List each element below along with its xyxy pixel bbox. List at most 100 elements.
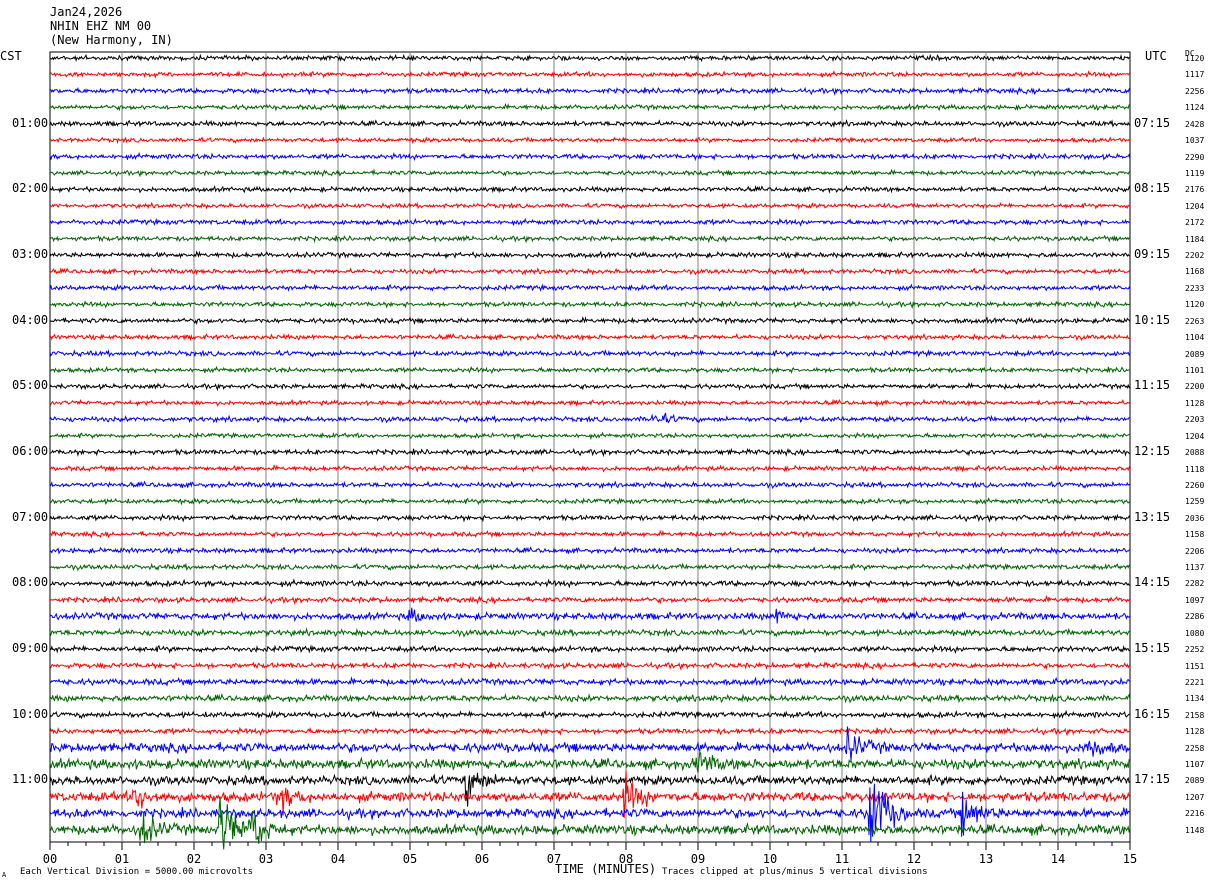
dc-offset-value: 2202 (1185, 251, 1205, 261)
dc-offset-value: 2233 (1185, 283, 1205, 293)
dc-offset-value: 2428 (1185, 119, 1205, 129)
dc-offset-value: 2290 (1185, 152, 1205, 162)
x-tick-label: 12 (907, 852, 921, 866)
x-tick-label: 00 (43, 852, 57, 866)
dc-offset-value: 2176 (1185, 185, 1205, 195)
seismic-trace (50, 447, 1131, 458)
right-time-label: 09:15 (1134, 247, 1171, 262)
seismic-trace (49, 151, 1131, 162)
seismic-trace (49, 594, 1131, 606)
right-time-label: 12:15 (1134, 444, 1171, 459)
dc-offset-value: 1118 (1185, 464, 1205, 474)
seismic-trace (49, 480, 1131, 490)
left-time-label: 08:00 (12, 575, 49, 590)
x-tick-label: 05 (403, 852, 417, 866)
dc-offset-value: 1158 (1185, 530, 1205, 540)
seismic-trace (49, 750, 1131, 773)
dc-offset-value: 2286 (1185, 612, 1205, 622)
helicorder-plot: 00 01 02 03 04 05 06 07 08 09 10 11 12 13 14 15 (43, 51, 1137, 866)
right-time-label: 15:15 (1134, 641, 1171, 656)
dc-offset-value: 1119 (1185, 168, 1205, 178)
seismic-trace (49, 70, 1131, 79)
dc-offset-value: 2260 (1185, 480, 1205, 490)
x-tick-label: 15 (1123, 852, 1137, 866)
dc-offset-value: 1134 (1185, 694, 1205, 704)
x-tick-label: 13 (979, 852, 993, 866)
x-tick-label: 03 (259, 852, 273, 866)
x-tick-label: 02 (187, 852, 201, 866)
right-time-label: 14:15 (1134, 575, 1171, 590)
right-time-label: 11:15 (1134, 378, 1171, 393)
seismic-trace (49, 168, 1131, 178)
dc-offset-value: 2200 (1185, 382, 1205, 392)
dc-offset-value: 1204 (1185, 431, 1205, 441)
seismic-trace (49, 783, 1131, 843)
dc-offset-value: 1207 (1185, 792, 1205, 802)
dc-offset-value: 2172 (1185, 218, 1205, 228)
right-time-label: 08:15 (1134, 181, 1171, 196)
dc-offset-value: 2256 (1185, 86, 1205, 96)
x-tick-label: 01 (115, 852, 129, 866)
dc-offset-value: 1117 (1185, 70, 1205, 80)
dc-offset-value: 2216 (1185, 809, 1205, 819)
dc-offset-value: 1128 (1185, 727, 1205, 737)
dc-offset-value: 2221 (1185, 677, 1205, 687)
dc-offset-value: 1097 (1185, 595, 1205, 605)
seismic-trace (49, 464, 1131, 473)
dc-offset-value: 1204 (1185, 201, 1205, 211)
seismic-trace (49, 412, 1131, 424)
dc-offset-value: 2206 (1185, 546, 1205, 556)
dc-offset-value: 1148 (1185, 825, 1205, 835)
left-time-label: 03:00 (12, 247, 49, 262)
dc-offset-value: 2282 (1185, 579, 1205, 589)
dc-offset-value: 1037 (1185, 136, 1205, 146)
dc-offset-value: 1101 (1185, 365, 1205, 375)
dc-offset-value: 1259 (1185, 497, 1205, 507)
seismic-trace (49, 676, 1131, 688)
dc-offset-value: 1124 (1185, 103, 1205, 113)
seismic-trace (49, 529, 1131, 539)
x-tick-label: 09 (691, 852, 705, 866)
seismic-trace (49, 201, 1131, 210)
seismic-trace (49, 545, 1131, 555)
x-tick-label: 06 (475, 852, 489, 866)
dc-offset-value: 2203 (1185, 415, 1205, 425)
x-tick-label: 11 (835, 852, 849, 866)
dc-offset-value: 1080 (1185, 628, 1205, 638)
seismic-trace (49, 250, 1130, 260)
seismic-trace (49, 217, 1130, 227)
dc-offset-value: 2089 (1185, 349, 1205, 359)
seismic-trace (49, 119, 1131, 128)
dc-offset-value: 1137 (1185, 563, 1205, 573)
dc-offset-value: 1120 (1185, 300, 1205, 310)
dc-offset-value: 1128 (1185, 398, 1205, 408)
left-time-label: 04:00 (12, 312, 49, 327)
corner-mark: A (2, 871, 7, 879)
dc-offset-value: 1168 (1185, 267, 1205, 277)
dc-offset-value: 1107 (1185, 760, 1205, 770)
seismic-trace (49, 53, 1131, 63)
right-time-label: 16:15 (1134, 706, 1171, 721)
seismic-trace (49, 661, 1130, 671)
seismic-trace (49, 267, 1131, 276)
seismic-trace (49, 365, 1131, 375)
seismic-trace (49, 102, 1131, 112)
seismic-trace (49, 772, 1131, 807)
left-time-label: 01:00 (12, 115, 49, 130)
seismic-trace (49, 86, 1131, 96)
seismic-trace (49, 692, 1131, 704)
left-time-label: 05:00 (12, 378, 49, 393)
seismic-trace (49, 234, 1131, 244)
dc-offset-value: 2263 (1185, 316, 1205, 326)
seismic-trace (49, 496, 1131, 506)
seismic-trace (49, 709, 1130, 720)
seismic-trace (49, 349, 1131, 358)
x-tick-label: 10 (763, 852, 777, 866)
seismic-trace (49, 513, 1131, 523)
dc-offset-value: 2088 (1185, 448, 1205, 458)
x-axis-title: TIME (MINUTES) (555, 862, 657, 876)
dc-offset-value: 2258 (1185, 743, 1205, 753)
seismic-trace (49, 562, 1131, 572)
right-time-label: 07:15 (1134, 115, 1171, 130)
seismic-trace (49, 627, 1131, 638)
